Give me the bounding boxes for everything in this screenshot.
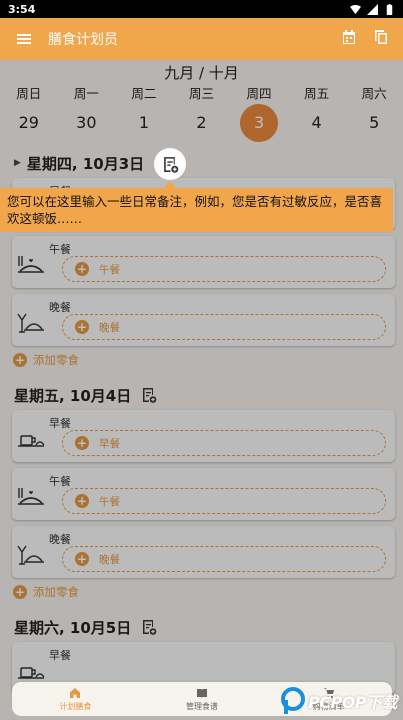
add-breakfast-button[interactable]: + 早餐 bbox=[62, 430, 386, 456]
wifi-icon bbox=[350, 4, 361, 14]
add-snack-button[interactable]: + 添加零食 bbox=[13, 352, 79, 368]
add-dinner-button[interactable]: + 晚餐 bbox=[62, 546, 386, 572]
weekday-label: 周四 bbox=[246, 86, 272, 101]
dinner-plate-icon bbox=[17, 313, 44, 333]
add-icon: + bbox=[75, 494, 89, 508]
weekday-label: 周日 bbox=[16, 86, 42, 101]
day-col-1[interactable]: 周一 30 bbox=[58, 84, 116, 142]
day-col-0[interactable]: 周日 29 bbox=[0, 84, 58, 142]
add-slot-label: 午餐 bbox=[99, 263, 120, 276]
add-snack-button[interactable]: + 添加零食 bbox=[13, 584, 79, 600]
expand-caret-icon[interactable]: ▶ bbox=[14, 158, 21, 168]
add-slot-label: 晚餐 bbox=[99, 321, 120, 334]
book-icon bbox=[197, 688, 207, 698]
meal-card-dinner: 晚餐 + 晚餐 bbox=[12, 526, 395, 578]
signal-icon bbox=[367, 3, 378, 15]
day-number[interactable]: 30 bbox=[67, 104, 105, 142]
watermark-text: PCPOP下载 bbox=[308, 693, 398, 712]
onboarding-tooltip[interactable]: 您可以在这里输入一些日常备注，例如，您是否有过敏反应，是否喜欢这顿饭…… bbox=[0, 188, 393, 232]
dinner-plate-icon bbox=[17, 545, 44, 565]
status-time: 3:54 bbox=[8, 2, 36, 16]
app-title: 膳食计划员 bbox=[48, 32, 118, 48]
nav-label: 管理食谱 bbox=[186, 701, 218, 711]
calendar-button[interactable] bbox=[341, 29, 357, 49]
daily-note-button[interactable] bbox=[141, 387, 157, 403]
add-slot-label: 晚餐 bbox=[99, 553, 120, 566]
day-number[interactable]: 4 bbox=[298, 104, 336, 142]
day-title: 星期四, 10月3日 bbox=[26, 154, 145, 173]
add-icon: + bbox=[75, 436, 89, 450]
meal-label: 午餐 bbox=[49, 243, 71, 256]
add-icon: + bbox=[75, 320, 89, 334]
day-number[interactable]: 2 bbox=[182, 104, 220, 142]
add-icon: + bbox=[13, 585, 27, 599]
meal-label: 早餐 bbox=[49, 649, 71, 662]
copy-icon bbox=[375, 30, 387, 44]
meal-card-lunch: 午餐 + 午餐 bbox=[12, 236, 395, 288]
note-add-icon bbox=[163, 156, 178, 173]
add-snack-label: 添加零食 bbox=[33, 353, 79, 367]
day-header-friday[interactable]: 星期五, 10月4日 bbox=[14, 383, 157, 407]
battery-icon bbox=[386, 3, 393, 15]
meal-card-dinner: 晚餐 + 晚餐 bbox=[12, 294, 395, 346]
meal-label: 早餐 bbox=[49, 417, 71, 430]
day-col-6[interactable]: 周六 5 bbox=[345, 84, 403, 142]
copy-button[interactable] bbox=[373, 29, 389, 49]
add-icon: + bbox=[75, 552, 89, 566]
nav-label: 计划膳食 bbox=[59, 701, 92, 711]
meal-label: 午餐 bbox=[49, 475, 71, 488]
add-lunch-button[interactable]: + 午餐 bbox=[62, 488, 386, 514]
daily-note-button[interactable] bbox=[141, 619, 157, 635]
day-number-selected[interactable]: 3 bbox=[240, 104, 279, 142]
day-header-saturday[interactable]: 星期六, 10月5日 bbox=[14, 615, 157, 639]
week-strip: 周日 29 周一 30 周二 1 周三 2 周四 3 周五 4 周六 5 bbox=[0, 84, 403, 142]
meal-label: 晚餐 bbox=[49, 301, 71, 314]
add-slot-label: 早餐 bbox=[99, 437, 120, 450]
weekday-label: 周六 bbox=[361, 86, 387, 101]
meal-label: 晚餐 bbox=[49, 533, 71, 546]
breakfast-icon bbox=[18, 435, 45, 447]
watermark: PCPOP下载 bbox=[280, 684, 403, 718]
day-number[interactable]: 5 bbox=[355, 104, 393, 142]
day-col-5[interactable]: 周五 4 bbox=[288, 84, 346, 142]
daily-note-button[interactable] bbox=[154, 148, 186, 180]
nav-manage-recipes[interactable]: 管理食谱 bbox=[139, 682, 266, 716]
lunch-plate-icon bbox=[18, 488, 44, 505]
calendar-icon bbox=[343, 30, 355, 44]
meal-card-lunch: 午餐 + 午餐 bbox=[12, 468, 395, 520]
lunch-plate-icon bbox=[18, 256, 44, 273]
day-col-4[interactable]: 周四 3 bbox=[230, 84, 288, 142]
home-icon bbox=[70, 687, 81, 698]
add-snack-label: 添加零食 bbox=[33, 585, 79, 599]
day-col-2[interactable]: 周二 1 bbox=[115, 84, 173, 142]
add-icon: + bbox=[13, 353, 27, 367]
day-number[interactable]: 29 bbox=[10, 104, 48, 142]
weekday-label: 周二 bbox=[131, 86, 157, 101]
menu-button[interactable] bbox=[0, 31, 48, 47]
note-add-icon bbox=[143, 620, 157, 635]
add-lunch-button[interactable]: + 午餐 bbox=[62, 256, 386, 282]
weekday-label: 周一 bbox=[73, 86, 99, 101]
day-col-3[interactable]: 周三 2 bbox=[173, 84, 231, 142]
day-title: 星期五, 10月4日 bbox=[14, 386, 132, 405]
add-icon: + bbox=[75, 262, 89, 276]
month-label: 九月 / 十月 bbox=[164, 64, 239, 82]
status-bar: 3:54 bbox=[0, 0, 403, 18]
add-dinner-button[interactable]: + 晚餐 bbox=[62, 314, 386, 340]
note-add-icon bbox=[143, 388, 157, 403]
breakfast-icon bbox=[18, 667, 45, 679]
day-title: 星期六, 10月5日 bbox=[14, 618, 132, 637]
weekday-label: 周五 bbox=[304, 86, 330, 101]
weekday-label: 周三 bbox=[188, 86, 214, 101]
nav-plan-meals[interactable]: 计划膳食 bbox=[12, 682, 139, 716]
add-slot-label: 午餐 bbox=[99, 495, 120, 508]
app-bar: 膳食计划员 bbox=[0, 18, 403, 60]
watermark-logo-icon bbox=[281, 687, 305, 714]
day-header-thursday[interactable]: ▶ 星期四, 10月3日 bbox=[14, 151, 144, 175]
menu-icon bbox=[17, 34, 31, 44]
day-number[interactable]: 1 bbox=[125, 104, 163, 142]
meal-card-breakfast: 早餐 + 早餐 bbox=[12, 410, 395, 462]
